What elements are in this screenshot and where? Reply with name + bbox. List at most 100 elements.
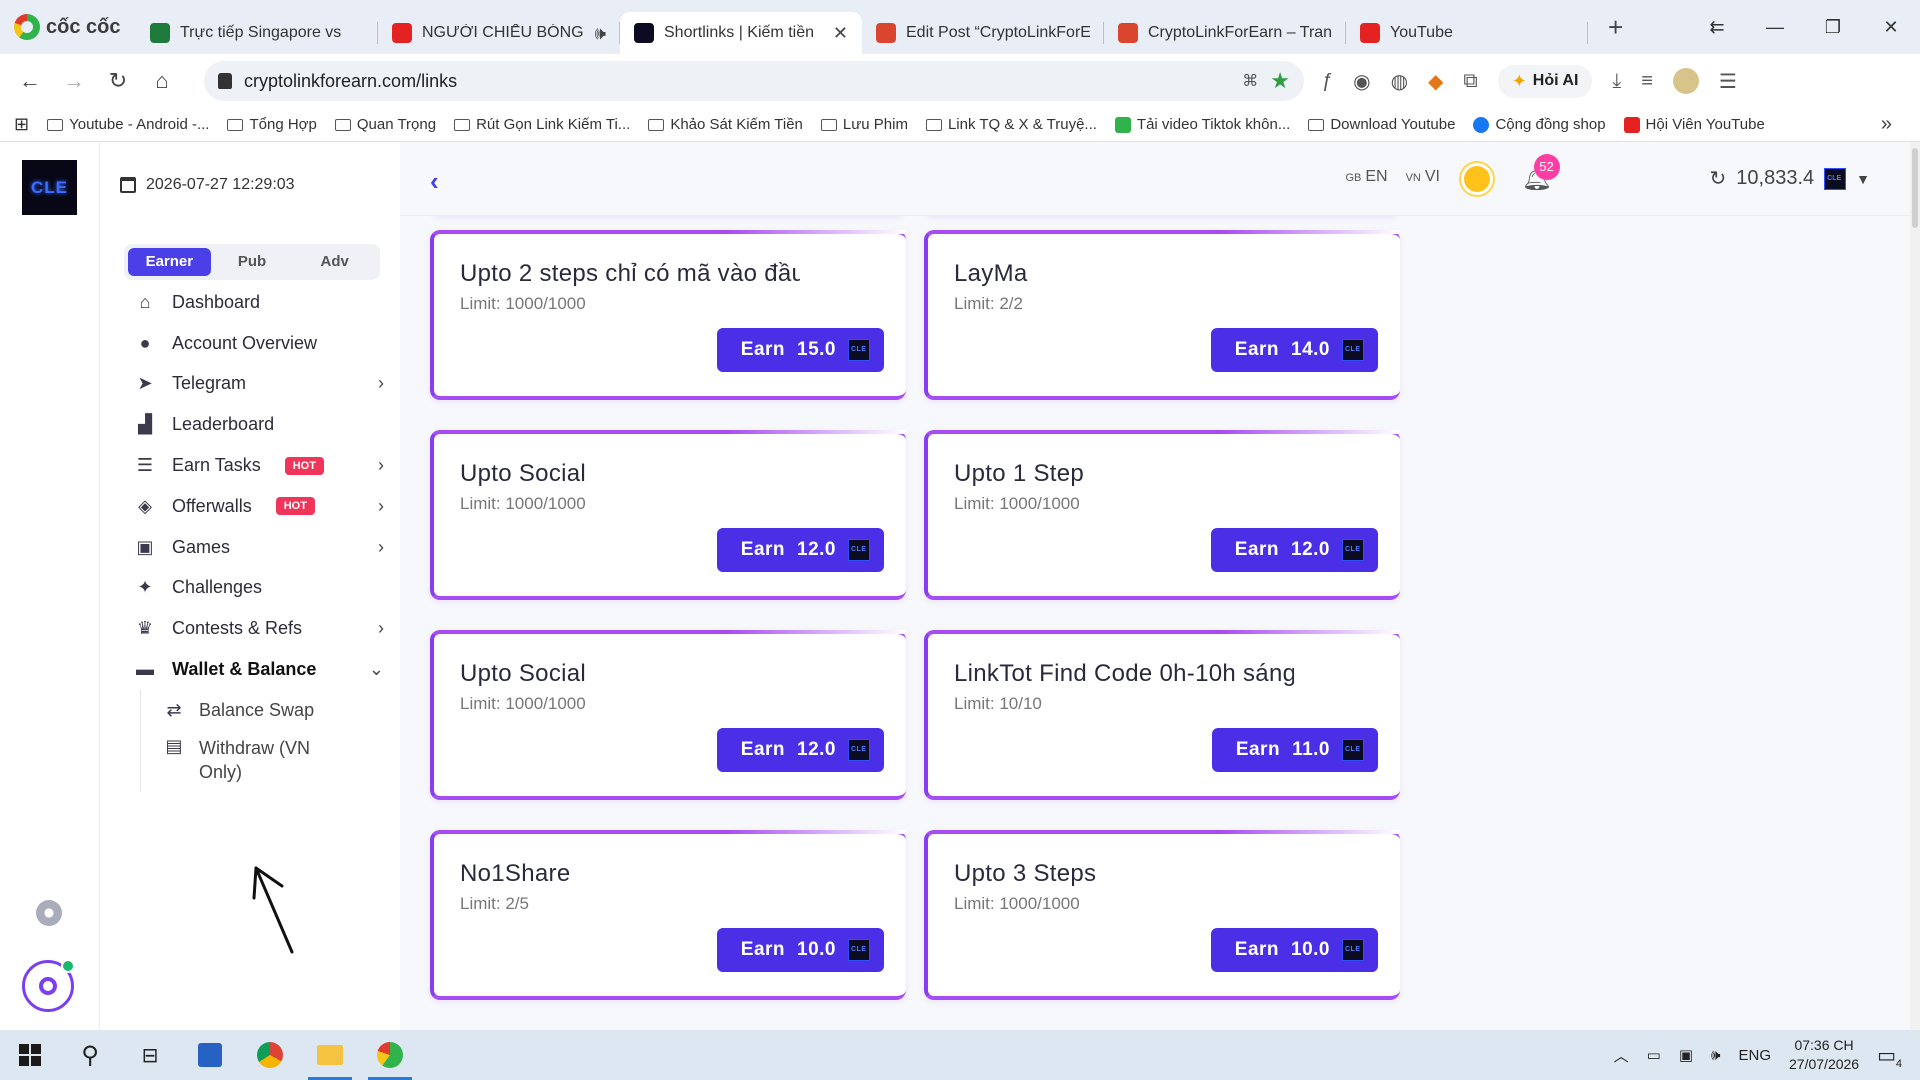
settings-gear-icon[interactable]	[36, 900, 62, 926]
bookmark-item[interactable]: Khảo Sát Kiếm Tiền	[648, 116, 803, 133]
tab-search-icon[interactable]: ⇇	[1688, 17, 1746, 38]
profile-avatar[interactable]	[1672, 68, 1699, 94]
chevron-right-icon[interactable]: ›	[378, 618, 384, 639]
url-text[interactable]: cryptolinkforearn.com/links	[244, 71, 1230, 92]
earn-button[interactable]: Earn 11.0	[1211, 728, 1378, 772]
search-icon[interactable]: ⚲	[60, 1030, 120, 1080]
extension-globe-icon[interactable]: ◍	[1391, 69, 1408, 94]
chevron-right-icon[interactable]: ›	[378, 537, 384, 558]
maximize-button[interactable]: ❐	[1804, 17, 1862, 38]
media-icon[interactable]: ≡	[1641, 70, 1653, 93]
sidebar-item-wallet-balance[interactable]: ▬ Wallet & Balance ⌄	[124, 649, 384, 690]
sidebar-item-leaderboard[interactable]: ▟ Leaderboard	[124, 404, 384, 445]
bookmark-item[interactable]: Youtube - Android -...	[47, 116, 209, 133]
file-explorer-icon[interactable]	[300, 1030, 360, 1080]
browser-tab[interactable]: Edit Post “CryptoLinkForEarn”	[862, 12, 1104, 54]
metamask-icon[interactable]: ◆	[1428, 69, 1443, 94]
page-scrollbar[interactable]	[1910, 142, 1920, 1030]
extension-icon[interactable]: ƒ	[1322, 70, 1333, 93]
bookmark-item[interactable]: Rút Gọn Link Kiếm Ti...	[454, 116, 630, 133]
close-window-button[interactable]: ✕	[1862, 17, 1920, 38]
sidebar-item-account-overview[interactable]: ● Account Overview	[124, 323, 384, 364]
browser-tab[interactable]: CryptoLinkForEarn – Trang	[1104, 12, 1346, 54]
chrome-icon[interactable]	[240, 1030, 300, 1080]
translate-icon[interactable]: ⌘	[1242, 71, 1258, 91]
site-logo[interactable]: CLE	[22, 160, 77, 215]
download-icon[interactable]: ⤓	[1612, 70, 1621, 93]
sidebar-item-earn-tasks[interactable]: ☰ Earn Tasks HOT ›	[124, 445, 384, 486]
back-icon[interactable]: ←	[8, 68, 52, 94]
chevron-right-icon[interactable]: ›	[378, 455, 384, 476]
bookmark-item[interactable]: Tải video Tiktok khôn...	[1114, 116, 1290, 133]
address-bar[interactable]: cryptolinkforearn.com/links ⌘ ★	[204, 61, 1304, 101]
sidebar-item-dashboard[interactable]: ⌂ Dashboard	[124, 282, 384, 323]
tab-audio-icon[interactable]: 🕪︎	[595, 23, 606, 44]
earn-button[interactable]: Earn 10.0	[716, 928, 884, 972]
start-button[interactable]	[0, 1030, 60, 1080]
tray-expand-icon[interactable]: ︿	[1614, 1045, 1629, 1066]
store-icon[interactable]	[180, 1030, 240, 1080]
bookmark-item[interactable]: Quan Trọng	[334, 116, 436, 133]
earn-button[interactable]: Earn 12.0	[716, 728, 884, 772]
action-center-icon[interactable]: ▭ 4	[1877, 1043, 1902, 1070]
tab-close-icon[interactable]: ✕	[833, 23, 848, 44]
bookmark-item[interactable]: Tổng Hợp	[227, 116, 317, 133]
back-chevron-icon[interactable]: ‹	[430, 166, 439, 197]
notification-bell-icon[interactable]: 🔔︎ 52	[1522, 154, 1560, 193]
chevron-right-icon[interactable]: ›	[378, 373, 384, 394]
submenu-item-withdraw[interactable]: ▤ Withdraw (VN Only)	[153, 732, 384, 792]
sidebar-item-telegram[interactable]: ➤ Telegram ›	[124, 364, 384, 405]
language-option-vi[interactable]: VN VI	[1406, 168, 1440, 186]
sidebar-item-games[interactable]: ▣ Games ›	[124, 527, 384, 568]
bookmark-star-icon[interactable]: ★	[1270, 68, 1290, 94]
sidebar-item-contests-refs[interactable]: ♛ Contests & Refs ›	[124, 608, 384, 649]
sidebar-item-challenges[interactable]: ✦ Challenges	[124, 568, 384, 609]
language-option-en[interactable]: GB EN	[1345, 168, 1387, 186]
browser-tab[interactable]: Shortlinks | Kiếm tiền ✕	[620, 12, 862, 54]
reload-icon[interactable]: ↻	[96, 68, 140, 94]
extension-search-icon[interactable]: ◉	[1353, 69, 1370, 94]
bookmark-item[interactable]: Lưu Phim	[820, 116, 908, 133]
clock[interactable]: 07:36 CH 27/07/2026	[1789, 1036, 1859, 1074]
balance-display[interactable]: ↻ 10,833.4 ▼	[1710, 166, 1870, 191]
battery-icon[interactable]: ▭	[1647, 1046, 1661, 1064]
home-page-icon[interactable]: ⌂	[140, 68, 184, 94]
chevron-right-icon[interactable]: ›	[378, 496, 384, 517]
bookmark-item[interactable]: Cộng đồng shop	[1473, 116, 1606, 133]
theme-sun-icon[interactable]	[1464, 166, 1490, 192]
browser-tab[interactable]: YouTube	[1346, 12, 1588, 54]
refresh-icon[interactable]: ↻	[1710, 166, 1727, 191]
role-tab-adv[interactable]: Adv	[293, 248, 376, 276]
input-language[interactable]: ENG	[1739, 1047, 1772, 1064]
earn-button[interactable]: Earn 12.0	[1210, 528, 1378, 572]
support-avatar-button[interactable]	[22, 959, 75, 1012]
extensions-puzzle-icon[interactable]: ⧉	[1463, 70, 1477, 93]
scrollbar-thumb[interactable]	[1912, 148, 1918, 228]
new-tab-button[interactable]: +	[1608, 12, 1623, 43]
bookmark-item[interactable]: Download Youtube	[1308, 116, 1455, 133]
earn-button[interactable]: Earn 12.0	[716, 528, 884, 572]
bookmark-item[interactable]: Hội Viên YouTube	[1623, 116, 1765, 133]
earn-button[interactable]: Earn 14.0	[1210, 328, 1378, 372]
volume-icon[interactable]: 🕪︎	[1711, 1047, 1720, 1064]
browser-tab[interactable]: Trực tiếp Singapore vs	[136, 12, 378, 54]
network-icon[interactable]: ▣	[1679, 1046, 1693, 1064]
earn-button[interactable]: Earn 10.0	[1210, 928, 1378, 972]
minimize-button[interactable]: —	[1746, 17, 1804, 38]
browser-tab[interactable]: NGƯỜI CHIẾU BÓNG BỊ BỎ 🕪︎	[378, 12, 620, 54]
browser-brand[interactable]: cốc cốc	[0, 14, 136, 40]
role-tab-earner[interactable]: Earner	[128, 248, 211, 276]
task-view-icon[interactable]: ⊟	[120, 1030, 180, 1080]
role-tab-pub[interactable]: Pub	[211, 248, 294, 276]
apps-grid-icon[interactable]: ⊞	[14, 114, 29, 135]
more-bookmarks-icon[interactable]: »	[1881, 113, 1892, 136]
bookmark-item[interactable]: Link TQ & X & Truyệ...	[925, 116, 1097, 133]
ask-ai-button[interactable]: ✦ Hỏi AI	[1497, 64, 1593, 98]
dropdown-caret-icon[interactable]: ▼	[1856, 171, 1870, 187]
chevron-down-icon[interactable]: ⌄	[369, 659, 384, 680]
earn-button[interactable]: Earn 15.0	[716, 328, 884, 372]
forward-icon[interactable]: →	[52, 68, 96, 94]
coccoc-taskbar-icon[interactable]	[360, 1030, 420, 1080]
sidebar-item-offerwalls[interactable]: ◈ Offerwalls HOT ›	[124, 486, 384, 527]
submenu-item-balance-swap[interactable]: ⇄ Balance Swap	[153, 690, 384, 732]
